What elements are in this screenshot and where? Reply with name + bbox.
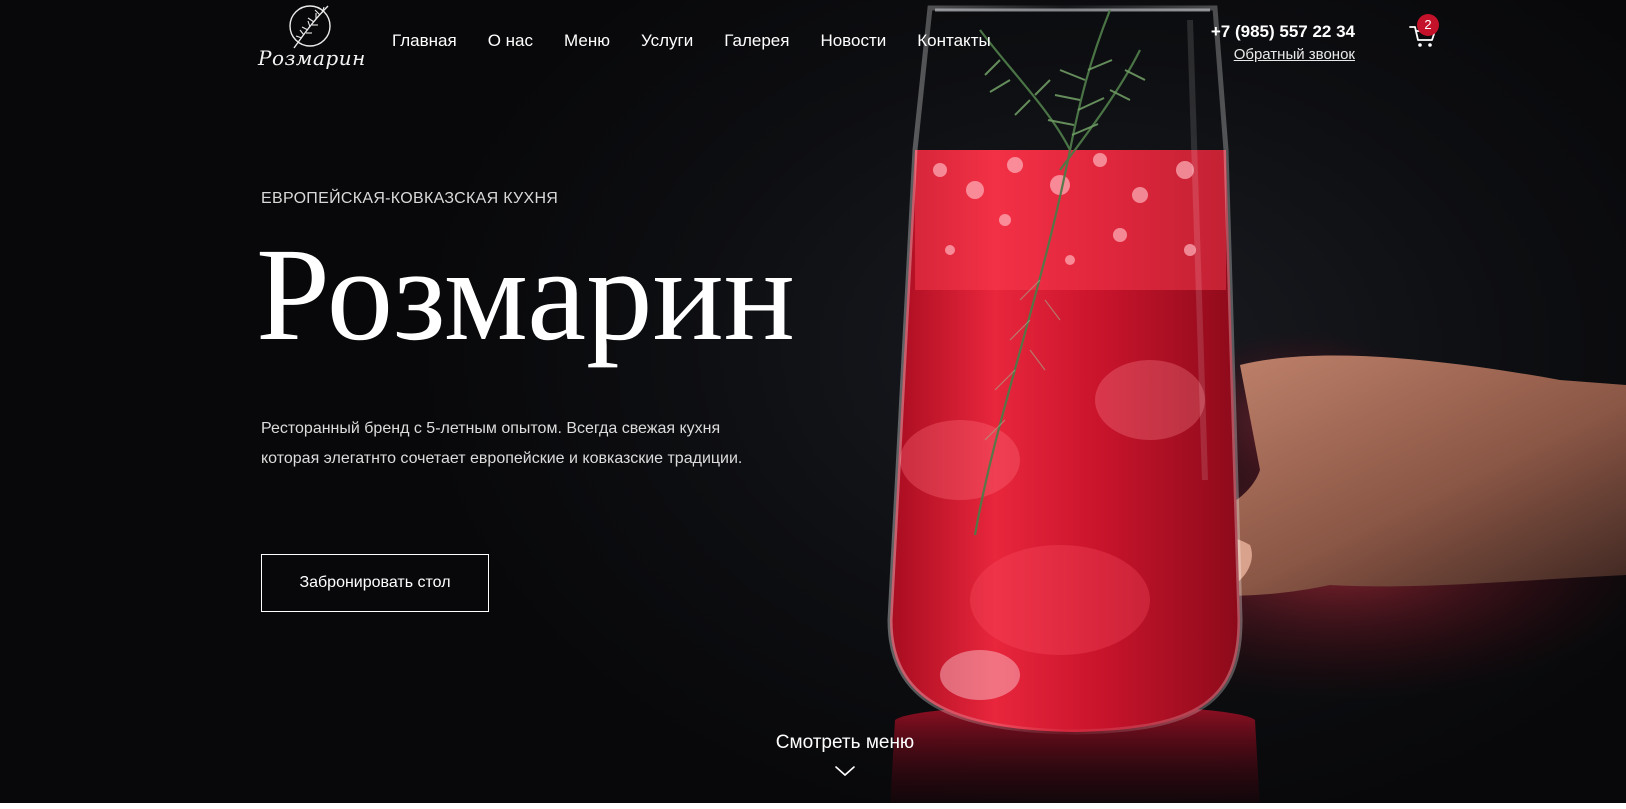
nav-item-news[interactable]: Новости — [820, 31, 886, 51]
nav-item-menu[interactable]: Меню — [564, 31, 610, 51]
view-menu-link[interactable]: Смотреть меню — [745, 732, 945, 754]
logo-text: Розмарин — [258, 46, 366, 70]
main-nav: Главная О нас Меню Услуги Галерея Новост… — [392, 31, 1022, 51]
brand-logo[interactable]: Розмарин — [258, 2, 366, 84]
nav-item-contacts[interactable]: Контакты — [917, 31, 990, 51]
hero-section: Розмарин Главная О нас Меню Услуги Галер… — [0, 0, 1626, 809]
hero-photo — [887, 5, 1626, 809]
page-bottom-edge — [0, 803, 1626, 809]
hero-description: Ресторанный бренд с 5-летным опытом. Все… — [261, 420, 743, 467]
nav-item-about[interactable]: О нас — [488, 31, 533, 51]
phone-number[interactable]: +7 (985) 557 22 34 — [1211, 22, 1355, 42]
cart-count-badge: 2 — [1417, 14, 1439, 36]
book-table-button[interactable]: Забронировать стол — [261, 554, 489, 612]
rosemary-logo-icon — [289, 5, 331, 49]
nav-item-services[interactable]: Услуги — [641, 31, 693, 51]
hero-subtitle: ЕВРОПЕЙСКАЯ-КОВКАЗСКАЯ КУХНЯ — [261, 190, 559, 207]
callback-link[interactable]: Обратный звонок — [1234, 46, 1355, 63]
contact-block: +7 (985) 557 22 34 Обратный звонок — [1211, 22, 1355, 64]
hero-title: Розмарин — [256, 220, 795, 368]
nav-item-gallery[interactable]: Галерея — [724, 31, 789, 51]
chevron-down-icon[interactable] — [834, 764, 856, 778]
nav-item-home[interactable]: Главная — [392, 31, 457, 51]
